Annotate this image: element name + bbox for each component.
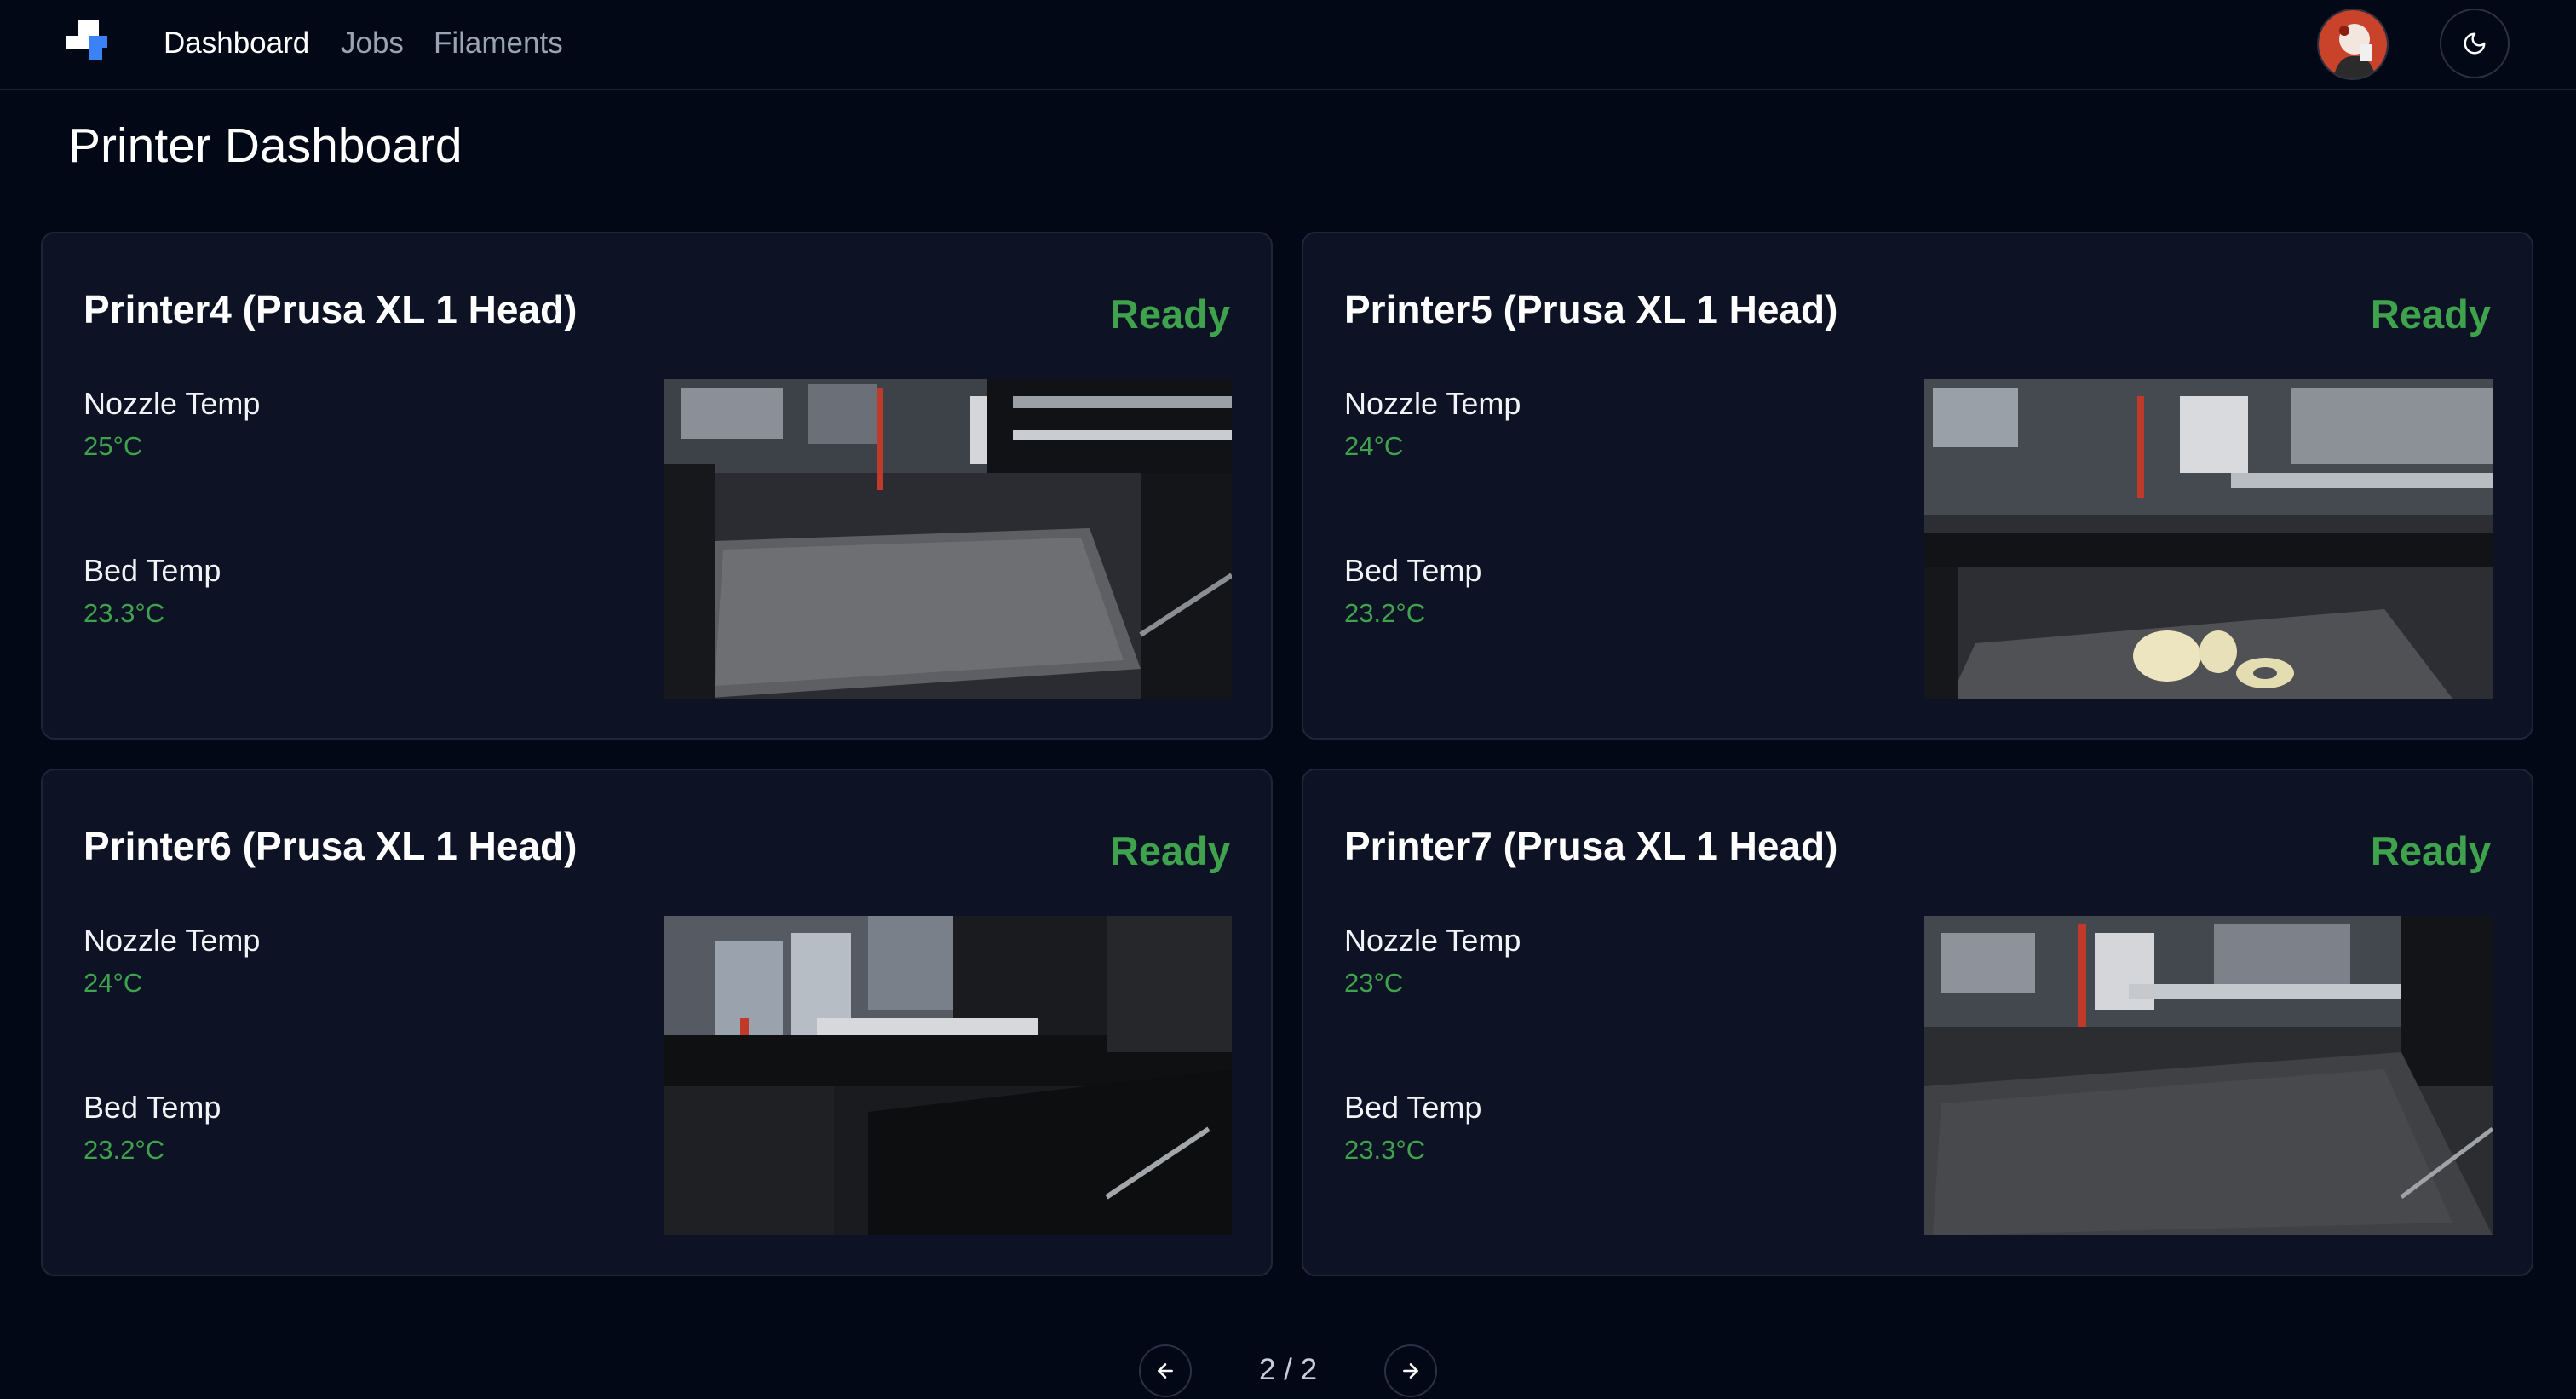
nav-link-filaments[interactable]: Filaments — [434, 26, 563, 61]
next-page-button[interactable] — [1384, 1344, 1437, 1397]
camera-feed[interactable] — [664, 379, 1232, 699]
printer-name: Printer7 (Prusa XL 1 Head) — [1344, 824, 1838, 868]
printer-card[interactable]: Printer4 (Prusa XL 1 Head) Ready Nozzle … — [41, 232, 1273, 740]
user-avatar[interactable] — [2317, 9, 2389, 80]
arrow-right-icon — [1403, 1363, 1418, 1379]
bed-temp-label: Bed Temp — [83, 1090, 221, 1125]
bed-temp-label: Bed Temp — [1344, 553, 1482, 588]
printer-name: Printer4 (Prusa XL 1 Head) — [83, 287, 578, 331]
printer-name: Printer5 (Prusa XL 1 Head) — [1344, 287, 1838, 331]
nozzle-temp-label: Nozzle Temp — [83, 386, 261, 421]
nozzle-temp-value: 24°C — [1344, 431, 1404, 461]
nozzle-temp-label: Nozzle Temp — [1344, 386, 1521, 421]
status-badge: Ready — [1109, 828, 1230, 873]
bed-temp-label: Bed Temp — [83, 553, 221, 588]
bed-temp-value: 23.2°C — [83, 1135, 165, 1165]
prev-page-button[interactable] — [1139, 1344, 1192, 1397]
theme-toggle-button[interactable] — [2440, 9, 2510, 78]
nav-link-jobs[interactable]: Jobs — [341, 26, 404, 61]
moon-icon — [2464, 32, 2486, 55]
printer-card[interactable]: Printer5 (Prusa XL 1 Head) Ready Nozzle … — [1302, 232, 2533, 740]
camera-feed[interactable] — [1924, 379, 2493, 699]
nozzle-temp-value: 25°C — [83, 431, 143, 461]
status-badge: Ready — [2370, 828, 2491, 873]
camera-feed[interactable] — [1924, 916, 2493, 1235]
printer-name: Printer6 (Prusa XL 1 Head) — [83, 824, 578, 868]
bed-temp-label: Bed Temp — [1344, 1090, 1482, 1125]
nozzle-temp-value: 23°C — [1344, 968, 1404, 998]
printer-card[interactable]: Printer6 (Prusa XL 1 Head) Ready Nozzle … — [41, 769, 1273, 1276]
bed-temp-value: 23.3°C — [83, 598, 165, 628]
page-title: Printer Dashboard — [68, 118, 463, 173]
page-indicator: 2 / 2 — [1258, 1353, 1318, 1386]
printer-card[interactable]: Printer7 (Prusa XL 1 Head) Ready Nozzle … — [1302, 769, 2533, 1276]
nozzle-temp-value: 24°C — [83, 968, 143, 998]
top-navbar: Dashboard Jobs Filaments — [0, 0, 2576, 90]
bed-temp-value: 23.3°C — [1344, 1135, 1426, 1165]
bed-temp-value: 23.2°C — [1344, 598, 1426, 628]
status-badge: Ready — [2370, 291, 2491, 337]
arrow-left-icon — [1158, 1363, 1173, 1379]
status-badge: Ready — [1109, 291, 1230, 337]
camera-feed[interactable] — [664, 916, 1232, 1235]
nozzle-temp-label: Nozzle Temp — [83, 923, 261, 958]
app-logo-icon[interactable] — [66, 20, 111, 61]
nozzle-temp-label: Nozzle Temp — [1344, 923, 1521, 958]
nav-link-dashboard[interactable]: Dashboard — [164, 26, 309, 61]
